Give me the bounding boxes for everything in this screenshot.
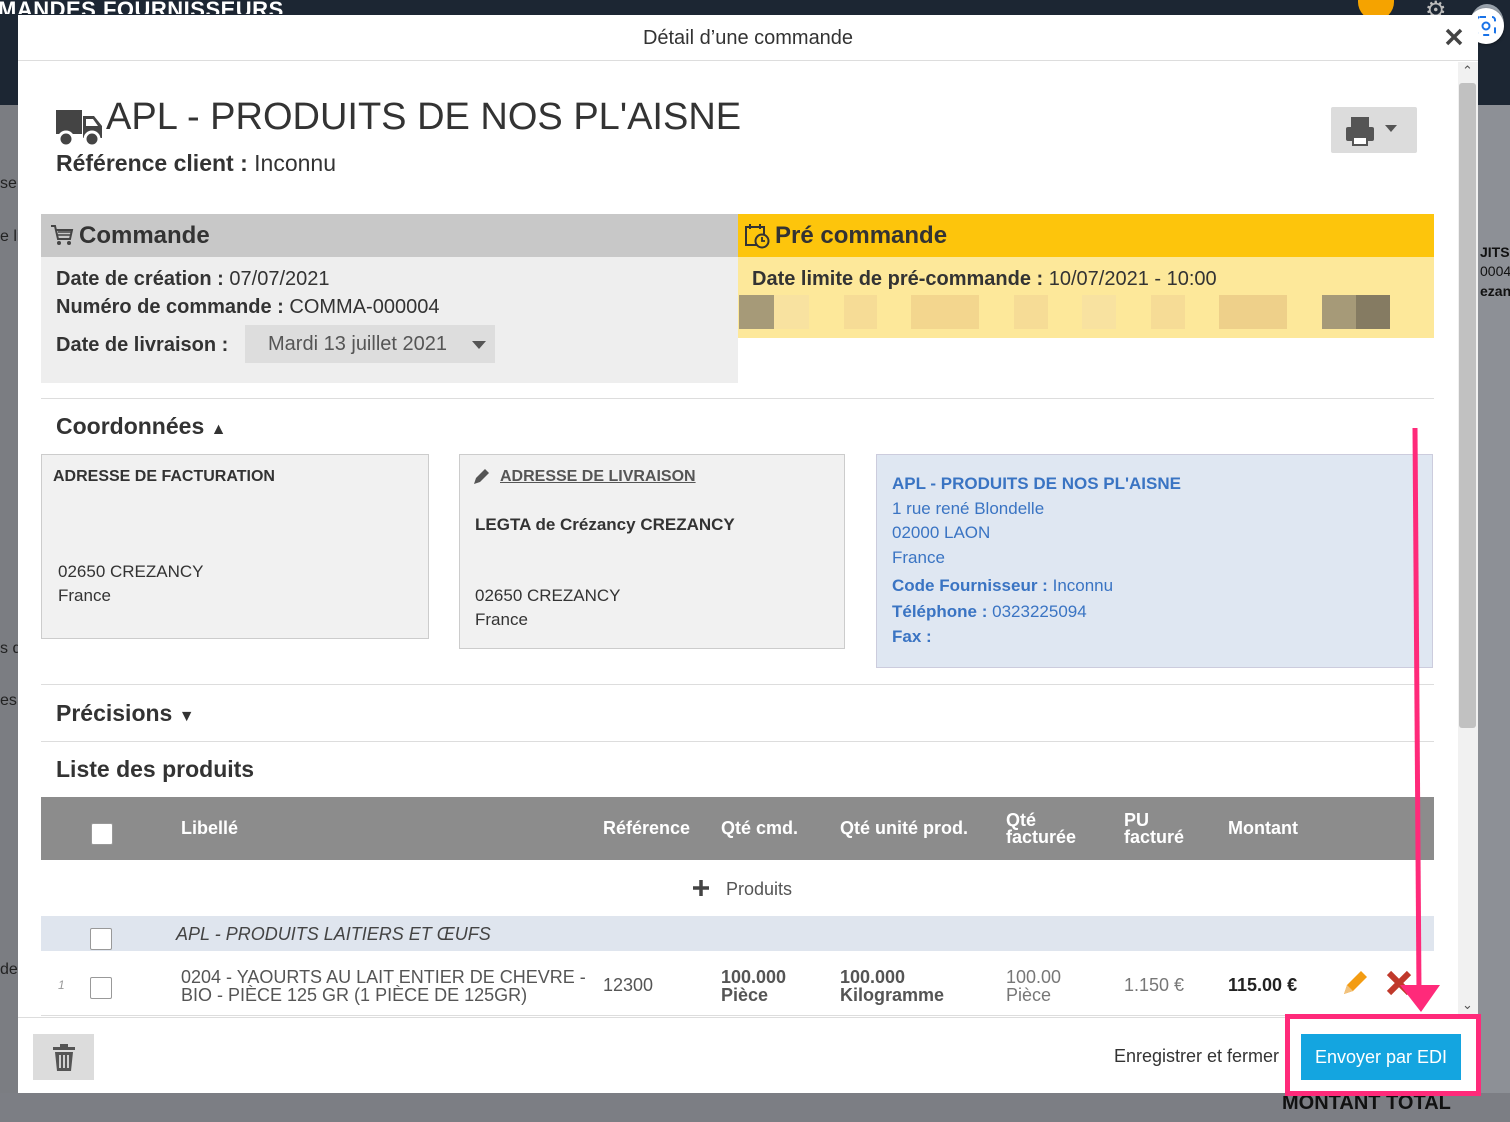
category-label: APL - PRODUITS LAITIERS ET ŒUFS: [176, 924, 491, 944]
plus-icon: [693, 880, 709, 896]
scrollbar-thumb[interactable]: [1459, 83, 1476, 728]
bg-text: 0004: [1480, 263, 1510, 279]
delivery-address-box: ADRESSE DE LIVRAISON LEGTA de Crézancy C…: [459, 454, 845, 649]
blurred-content: [1014, 295, 1048, 329]
blurred-content: [911, 295, 979, 329]
order-detail-modal: Détail d’une commande ⌃ ⌄ APL - PRODUITS…: [18, 15, 1478, 1093]
scroll-up-icon[interactable]: ⌃: [1462, 63, 1473, 79]
blurred-content: [774, 295, 809, 329]
pencil-icon[interactable]: [1341, 967, 1371, 1002]
billing-address-title: ADRESSE DE FACTURATION: [53, 468, 275, 485]
table-row: 1 0204 - YAOURTS AU LAIT ENTIER DE CHEVR…: [41, 951, 1434, 1016]
divider: [41, 741, 1434, 742]
bg-text: se: [0, 175, 17, 192]
divider: [41, 398, 1434, 399]
divider: [41, 684, 1434, 685]
bg-text: JITS: [1480, 244, 1510, 260]
blurred-content: [1219, 295, 1287, 329]
delivery-city: 02650 CREZANCY: [475, 586, 621, 605]
supplier-name: APL - PRODUITS DE NOS PL'AISNE: [892, 474, 1181, 493]
supplier-address-box: APL - PRODUITS DE NOS PL'AISNE 1 rue ren…: [876, 454, 1433, 668]
supplier-street: 1 rue rené Blondelle: [892, 499, 1045, 518]
row-number: 1: [58, 978, 65, 992]
precisions-toggle[interactable]: Précisions ▼: [56, 700, 195, 727]
row-checkbox[interactable]: [90, 977, 112, 999]
annotation-highlight-frame: [1285, 1014, 1481, 1096]
row-pu: 1.150 €: [1124, 975, 1185, 995]
chevron-down-icon: [472, 341, 486, 349]
app-page-title: MANDES FOURNISSEURS: [0, 0, 284, 14]
billing-city: 02650 CREZANCY: [58, 562, 204, 581]
blurred-content: [1082, 295, 1116, 329]
delivery-date-label: Date de livraison :: [56, 334, 229, 356]
commande-body: Date de création : 07/07/2021 Numéro de …: [41, 257, 738, 383]
order-number: Numéro de commande : COMMA-000004: [56, 296, 440, 318]
blurred-content: [844, 295, 877, 329]
col-qte-cmd[interactable]: Qté cmd.: [721, 819, 798, 837]
close-icon[interactable]: [1442, 25, 1466, 49]
supplier-country: France: [892, 548, 945, 567]
client-reference: Référence client : Inconnu: [56, 150, 336, 176]
products-table-header: Libellé Référence Qté cmd. Qté unité pro…: [41, 797, 1434, 860]
supplier-phone: Téléphone : 0323225094: [892, 602, 1087, 621]
commande-header: Commande: [41, 214, 738, 257]
modal-content: APL - PRODUITS DE NOS PL'AISNE Référence…: [18, 62, 1458, 1017]
delivery-address-link[interactable]: ADRESSE DE LIVRAISON: [500, 468, 696, 486]
commande-title: Commande: [79, 222, 210, 249]
calendar-clock-icon: [744, 223, 770, 254]
delivery-country: France: [475, 610, 528, 629]
delivery-date-select[interactable]: Mardi 13 juillet 2021: [245, 325, 495, 363]
bg-total-label: MONTANT TOTAL: [1282, 1096, 1451, 1114]
col-libelle[interactable]: Libellé: [181, 819, 238, 837]
delivery-name: LEGTA de Crézancy CREZANCY: [475, 515, 735, 534]
cart-icon: [50, 223, 74, 252]
precommande-limit: Date limite de pré-commande : 10/07/2021…: [752, 268, 1217, 290]
coordonnees-toggle[interactable]: Coordonnées ▲: [56, 413, 226, 440]
scroll-down-icon[interactable]: ⌄: [1462, 997, 1473, 1013]
caret-down-icon: ▼: [178, 708, 195, 725]
row-qte-unite: 100.000 Kilogramme: [840, 967, 945, 1005]
billing-country: France: [58, 586, 111, 605]
products-title: Liste des produits: [56, 756, 255, 782]
supplier-fax-label: Fax :: [892, 627, 932, 646]
supplier-code: Code Fournisseur : Inconnu: [892, 576, 1114, 595]
print-dropdown-button[interactable]: [1331, 107, 1417, 153]
col-qte-facturee: Qté facturée: [1006, 810, 1077, 847]
col-montant[interactable]: Montant: [1228, 819, 1298, 837]
blurred-content: [1322, 295, 1356, 329]
bg-text: ezan: [1480, 283, 1510, 299]
delete-order-button[interactable]: [33, 1034, 94, 1080]
bg-text: de: [0, 961, 18, 978]
col-qte-unite[interactable]: Qté unité prod.: [840, 819, 968, 837]
row-reference: 12300: [603, 975, 654, 995]
trash-icon: [53, 1044, 75, 1071]
blurred-content: [1151, 295, 1185, 329]
creation-date: Date de création : 07/07/2021: [56, 268, 330, 290]
blurred-content: [1356, 295, 1390, 329]
category-checkbox[interactable]: [90, 928, 112, 950]
row-qte-cmd: 100.000 Pièce: [721, 967, 787, 1005]
row-qte-facturee: 100.00 Pièce: [1006, 967, 1062, 1005]
modal-footer: Enregistrer et fermer Envoyer par EDI: [18, 1017, 1478, 1093]
caret-up-icon: ▲: [210, 421, 227, 438]
add-products-button[interactable]: Produits: [41, 860, 1434, 916]
modal-title: Détail d’une commande: [18, 15, 1478, 61]
precommande-title: Pré commande: [775, 222, 948, 249]
precommande-header: Pré commande: [738, 214, 1434, 257]
select-all-checkbox[interactable]: [91, 823, 113, 845]
row-montant: 115.00 €: [1228, 975, 1298, 995]
save-and-close-button[interactable]: Enregistrer et fermer: [1114, 1046, 1279, 1067]
delete-icon[interactable]: [1385, 969, 1413, 1002]
billing-address-box: ADRESSE DE FACTURATION 02650 CREZANCY Fr…: [41, 454, 429, 639]
pencil-icon[interactable]: [471, 467, 491, 492]
bg-text: es: [0, 692, 17, 709]
blurred-content: [739, 295, 774, 329]
row-libelle: 0204 - YAOURTS AU LAIT ENTIER DE CHEVRE …: [181, 967, 586, 1005]
category-row: APL - PRODUITS LAITIERS ET ŒUFS: [41, 916, 1434, 951]
supplier-title: APL - PRODUITS DE NOS PL'AISNE: [106, 96, 742, 138]
supplier-city: 02000 LAON: [892, 523, 991, 542]
truck-icon: [56, 108, 102, 148]
col-pu-facture: PU facturé: [1124, 810, 1185, 847]
col-reference[interactable]: Référence: [603, 819, 690, 837]
